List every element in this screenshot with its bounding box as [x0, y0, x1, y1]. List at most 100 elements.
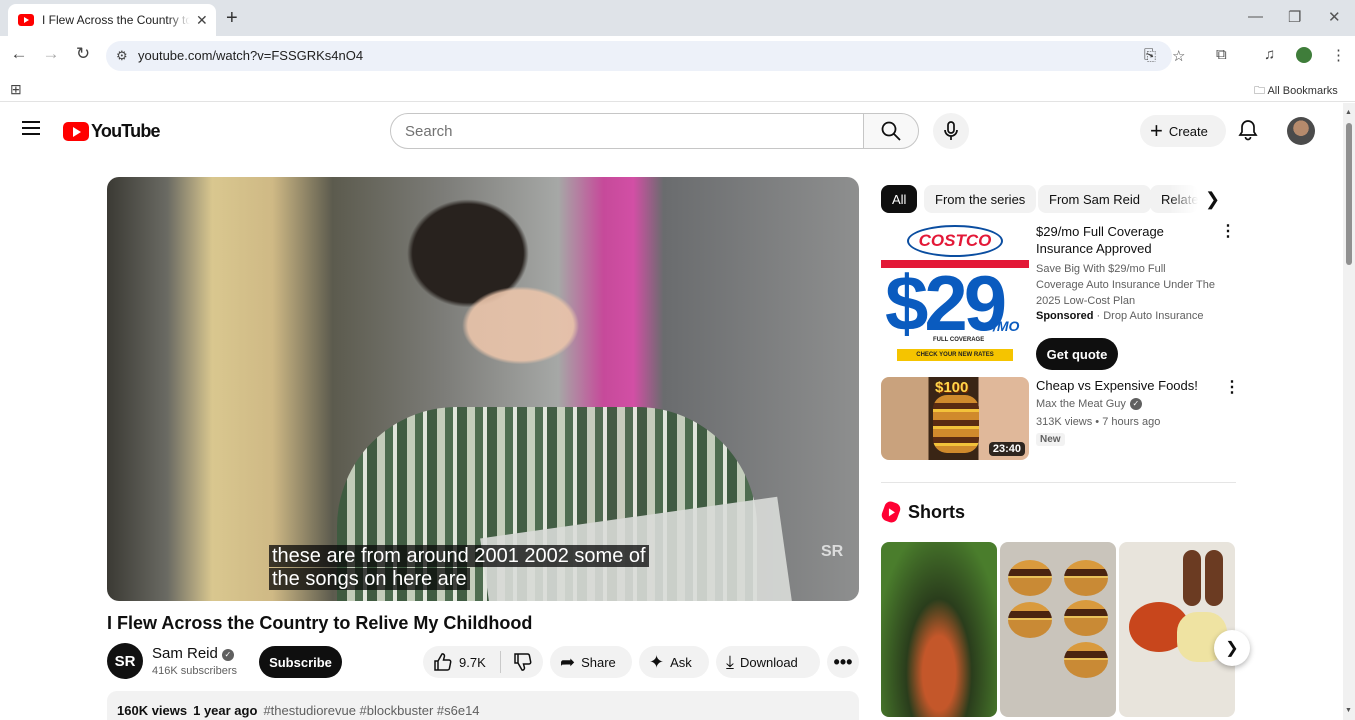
thumbs-down-icon[interactable]	[513, 652, 533, 672]
video-duration: 23:40	[988, 442, 1025, 456]
channel-name: Sam Reid	[152, 645, 218, 662]
new-tab-icon[interactable]: +	[226, 8, 238, 28]
recommendation-title[interactable]: Cheap vs Expensive Foods!	[1036, 378, 1198, 393]
scrollbar-thumb[interactable]	[1346, 123, 1352, 265]
url-text: youtube.com/watch?v=FSSGRKs4nO4	[138, 48, 364, 63]
hashtags[interactable]: #thestudiorevue #blockbuster #s6e14	[263, 703, 479, 718]
bookmark-star-icon[interactable]: ☆	[1172, 47, 1185, 65]
short-thumbnail[interactable]	[1000, 542, 1116, 717]
search-icon	[881, 121, 901, 141]
close-tab-icon[interactable]: ✕	[196, 12, 208, 29]
caption-line-2: the songs on here are	[269, 568, 470, 590]
download-button[interactable]: ⤓ Download	[716, 646, 820, 678]
media-control-icon[interactable]: ♫	[1264, 46, 1275, 63]
ask-label: Ask	[670, 654, 692, 670]
short-thumbnail[interactable]	[1119, 542, 1235, 717]
all-bookmarks-label: All Bookmarks	[1267, 85, 1338, 97]
extension-icon[interactable]	[1296, 47, 1312, 63]
recommendation-channel-name: Max the Meat Guy	[1036, 398, 1126, 410]
caption-line-1: these are from around 2001 2002 some of	[269, 545, 649, 567]
share-button[interactable]: ➦ Share	[550, 646, 632, 678]
site-info-icon[interactable]: ⚙	[116, 48, 128, 64]
shorts-next-button[interactable]: ❯	[1214, 630, 1250, 666]
like-count: 9.7K	[459, 654, 486, 670]
like-dislike-group: 9.7K	[423, 646, 543, 678]
shorts-logo-icon	[880, 499, 902, 525]
chip-from-the-series[interactable]: From the series	[924, 185, 1037, 213]
video-player[interactable]: these are from around 2001 2002 some of …	[107, 177, 859, 601]
minimize-icon[interactable]: —	[1248, 8, 1263, 25]
like-button[interactable]: 9.7K	[423, 652, 486, 672]
sausage-image	[1183, 550, 1201, 606]
back-icon[interactable]: ←	[7, 44, 31, 64]
create-button[interactable]: + Create	[1140, 115, 1226, 147]
chevron-right-icon[interactable]: ❯	[1205, 189, 1220, 210]
verified-check-icon: ✓	[221, 649, 234, 661]
all-bookmarks-button[interactable]: 🗀 All Bookmarks	[1254, 82, 1338, 101]
close-window-icon[interactable]: ✕	[1328, 8, 1341, 26]
browser-tab[interactable]: I Flew Across the Country to Relive My C…	[8, 4, 216, 36]
tab-title: I Flew Across the Country to Relive My C…	[42, 13, 190, 27]
burger-image	[1008, 602, 1052, 638]
address-bar[interactable]: ⚙ youtube.com/watch?v=FSSGRKs4nO4 ⎘ ☆	[106, 41, 1185, 71]
description-box[interactable]: 160K views 1 year ago #thestudiorevue #blo…	[107, 691, 859, 720]
more-horizontal-icon: •••	[833, 651, 853, 672]
browser-menu-icon[interactable]: ⋮	[1331, 46, 1346, 64]
plus-icon: +	[1150, 118, 1163, 143]
burger-image	[1064, 600, 1108, 636]
restore-icon[interactable]: ❐	[1288, 8, 1301, 26]
youtube-logo[interactable]: YouTube	[63, 121, 161, 142]
new-badge: New	[1036, 433, 1065, 446]
microphone-icon	[944, 121, 958, 140]
burger-image	[1008, 560, 1052, 596]
chip-from-sam-reid[interactable]: From Sam Reid	[1038, 185, 1152, 213]
channel-watermark[interactable]: SR	[821, 544, 843, 560]
subscribe-button[interactable]: Subscribe	[259, 646, 342, 678]
forward-icon[interactable]: →	[39, 44, 63, 64]
ad-check-rates: CHECK YOUR NEW RATES	[897, 349, 1013, 361]
youtube-wordmark: YouTube	[91, 121, 161, 141]
recommendation-meta: 313K views • 7 hours ago	[1036, 416, 1161, 428]
download-label: Download	[739, 654, 798, 670]
voice-search-button[interactable]	[933, 113, 969, 149]
chip-related[interactable]: Related	[1150, 185, 1198, 213]
ask-button[interactable]: ✦ Ask	[639, 646, 709, 678]
recommendation-more-icon[interactable]: ⋮	[1224, 380, 1240, 396]
scroll-up-icon[interactable]: ▲	[1345, 109, 1352, 116]
ad-title[interactable]: $29/mo Full Coverage Insurance Approved	[1036, 223, 1212, 257]
download-icon: ⤓	[726, 651, 734, 672]
ad-thumbnail[interactable]: COSTCO $29 /MO FULL COVERAGE CHECK YOUR …	[881, 223, 1029, 365]
video-captions: these are from around 2001 2002 some of …	[269, 545, 649, 591]
scroll-down-icon[interactable]: ▼	[1345, 707, 1352, 714]
browser-tabstrip: I Flew Across the Country to Relive My C…	[0, 0, 1355, 36]
youtube-masthead: YouTube + Create	[0, 103, 1343, 159]
ad-more-icon[interactable]: ⋮	[1220, 224, 1236, 240]
short-thumbnail[interactable]	[881, 542, 997, 717]
channel-avatar[interactable]: SR	[107, 643, 143, 679]
upload-age: 1 year ago	[193, 703, 258, 718]
hamburger-menu-icon[interactable]	[22, 121, 40, 135]
verified-check-icon: ✓	[1129, 398, 1142, 410]
get-quote-button[interactable]: Get quote	[1036, 338, 1118, 370]
more-actions-button[interactable]: •••	[827, 646, 859, 678]
account-avatar[interactable]	[1287, 117, 1315, 145]
reload-icon[interactable]: ↻	[71, 44, 95, 64]
apps-grid-icon[interactable]: ⊞	[10, 81, 22, 98]
ad-description: Save Big With $29/mo Full Coverage Auto …	[1036, 263, 1215, 307]
search-input[interactable]	[390, 113, 864, 149]
browser-toolbar: ← → ↻ ⚙ youtube.com/watch?v=FSSGRKs4nO4 …	[0, 36, 1355, 76]
sponsored-label: Sponsored	[1036, 310, 1094, 322]
install-app-icon[interactable]: ⎘	[1144, 47, 1156, 64]
youtube-favicon-icon	[18, 14, 34, 26]
channel-name-link[interactable]: Sam Reid ✓	[152, 645, 234, 662]
recommendation-channel[interactable]: Max the Meat Guy ✓	[1036, 398, 1142, 410]
search-button[interactable]	[863, 113, 919, 149]
notifications-bell-icon[interactable]	[1238, 119, 1258, 141]
thumbnail-price-badge: $100	[935, 379, 969, 396]
page-scrollbar[interactable]: ▲ ▼	[1343, 103, 1355, 720]
cast-icon[interactable]: ⧉	[1216, 46, 1227, 63]
ad-price: $29	[885, 259, 1007, 347]
sparkle-icon: ✦	[649, 651, 665, 672]
recommendation-thumbnail[interactable]: $100 23:40	[881, 377, 1029, 460]
chip-all[interactable]: All	[881, 185, 918, 213]
